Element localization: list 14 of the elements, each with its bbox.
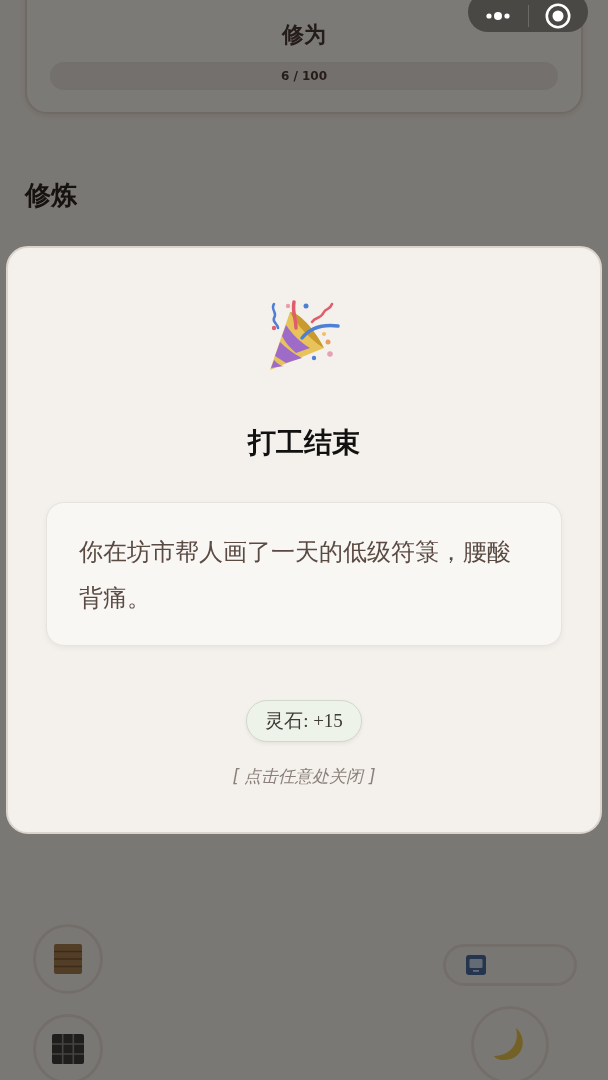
reward-tag: 灵石: +15 [246, 700, 362, 742]
section-title: 修炼 [25, 179, 77, 212]
close-hint: [ 点击任意处关闭 ] [232, 765, 376, 788]
more-icon[interactable] [485, 12, 510, 20]
wooden-slats-icon [54, 944, 82, 974]
target-icon[interactable] [545, 3, 572, 29]
moon-icon [494, 1028, 526, 1062]
screen-icon [466, 955, 486, 975]
message-text: 你在坊市帮人画了一天的低级符箓，腰酸背痛。 [46, 502, 562, 646]
pill-button[interactable] [443, 944, 577, 986]
grid-icon [52, 1034, 84, 1064]
card-title: 修为 [282, 21, 326, 49]
dialog-title: 打工结束 [248, 426, 360, 460]
progress-text: 6 / 100 [280, 69, 328, 83]
